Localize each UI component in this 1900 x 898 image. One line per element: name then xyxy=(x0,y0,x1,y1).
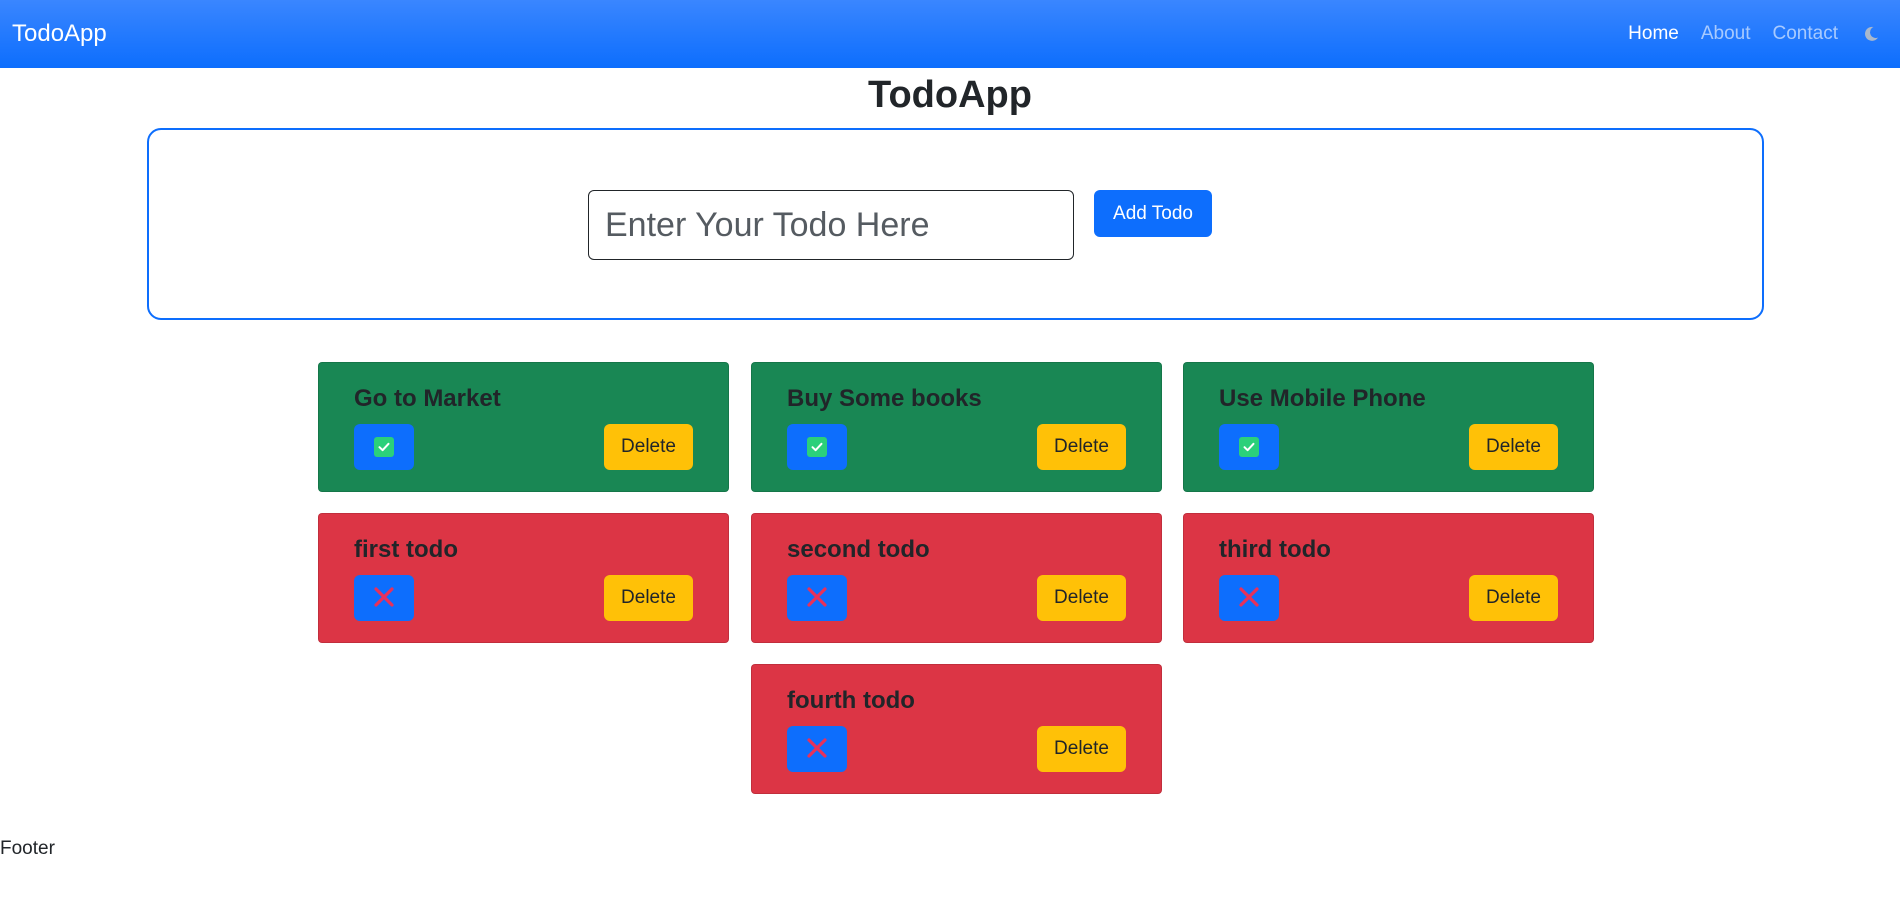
todo-form: Add Todo xyxy=(147,128,1764,320)
todo-card: first todo Delete xyxy=(318,513,729,643)
delete-button[interactable]: Delete xyxy=(604,424,693,470)
add-todo-button[interactable]: Add Todo xyxy=(1094,190,1212,237)
todo-card: Go to Market Delete xyxy=(318,362,729,492)
check-icon xyxy=(1239,437,1259,457)
moon-icon[interactable] xyxy=(1860,23,1882,45)
todo-card: Buy Some books Delete xyxy=(751,362,1162,492)
check-icon xyxy=(374,437,394,457)
cross-icon xyxy=(1238,586,1260,611)
todo-title: first todo xyxy=(354,536,458,563)
delete-button[interactable]: Delete xyxy=(1469,575,1558,621)
todo-card: fourth todo Delete xyxy=(751,664,1162,794)
todo-card: second todo Delete xyxy=(751,513,1162,643)
cross-icon xyxy=(806,586,828,611)
todo-title: Go to Market xyxy=(354,385,501,412)
toggle-status-button[interactable] xyxy=(1219,575,1279,621)
toggle-status-button[interactable] xyxy=(354,575,414,621)
toggle-status-button[interactable] xyxy=(787,424,847,470)
delete-button[interactable]: Delete xyxy=(1037,424,1126,470)
todo-card: third todo Delete xyxy=(1183,513,1594,643)
nav-link-home[interactable]: Home xyxy=(1628,23,1679,45)
cross-icon xyxy=(806,737,828,762)
page-title: TodoApp xyxy=(868,74,1032,116)
check-icon xyxy=(807,437,827,457)
navbar: TodoApp Home About Contact xyxy=(0,0,1900,68)
todo-title: Use Mobile Phone xyxy=(1219,385,1426,412)
todo-input[interactable] xyxy=(588,190,1074,260)
nav-links: Home About Contact xyxy=(1628,0,1882,68)
delete-button[interactable]: Delete xyxy=(604,575,693,621)
footer: Footer xyxy=(0,838,55,859)
todo-title: fourth todo xyxy=(787,687,915,714)
delete-button[interactable]: Delete xyxy=(1037,726,1126,772)
delete-button[interactable]: Delete xyxy=(1469,424,1558,470)
todo-title: third todo xyxy=(1219,536,1331,563)
cross-icon xyxy=(373,586,395,611)
toggle-status-button[interactable] xyxy=(787,726,847,772)
toggle-status-button[interactable] xyxy=(354,424,414,470)
todo-title: Buy Some books xyxy=(787,385,982,412)
toggle-status-button[interactable] xyxy=(787,575,847,621)
todo-card: Use Mobile Phone Delete xyxy=(1183,362,1594,492)
nav-link-contact[interactable]: Contact xyxy=(1773,23,1838,45)
brand-link[interactable]: TodoApp xyxy=(12,20,107,48)
toggle-status-button[interactable] xyxy=(1219,424,1279,470)
delete-button[interactable]: Delete xyxy=(1037,575,1126,621)
nav-link-about[interactable]: About xyxy=(1701,23,1751,45)
todo-title: second todo xyxy=(787,536,930,563)
